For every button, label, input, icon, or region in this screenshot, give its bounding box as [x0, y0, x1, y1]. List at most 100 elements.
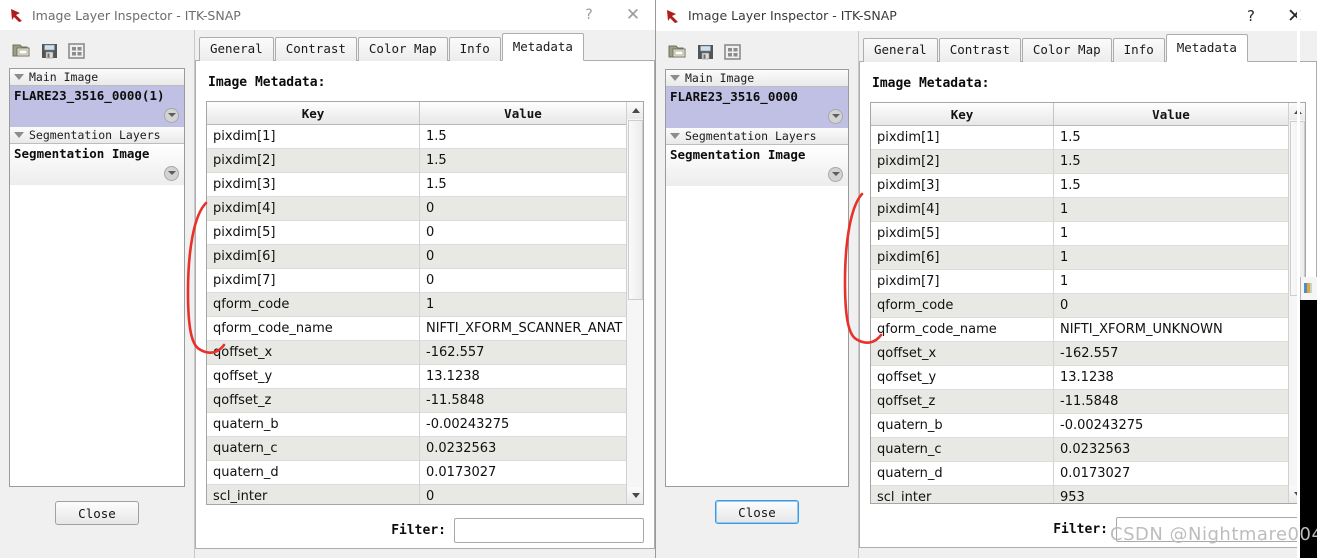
metadata-value-cell[interactable]: 0.0173027: [420, 461, 626, 485]
metadata-value-cell[interactable]: -0.00243275: [420, 413, 626, 437]
metadata-key-cell[interactable]: qoffset_y: [207, 365, 420, 389]
table-row[interactable]: pixdim[2] 1.5: [207, 149, 626, 173]
metadata-key-cell[interactable]: quatern_b: [871, 414, 1054, 438]
table-row[interactable]: qoffset_z -11.5848: [871, 390, 1288, 414]
table-row[interactable]: pixdim[1] 1.5: [871, 126, 1288, 150]
layer-options-chevron-icon[interactable]: [164, 108, 179, 123]
table-row[interactable]: pixdim[6] 1: [871, 246, 1288, 270]
tab-metadata[interactable]: Metadata: [501, 33, 584, 61]
layer-options-chevron-icon[interactable]: [164, 166, 179, 181]
table-row[interactable]: pixdim[1] 1.5: [207, 125, 626, 149]
table-row[interactable]: qoffset_y 13.1238: [871, 366, 1288, 390]
table-row[interactable]: pixdim[3] 1.5: [871, 174, 1288, 198]
tab-color-map[interactable]: Color Map: [1021, 38, 1112, 62]
tab-color-map[interactable]: Color Map: [357, 37, 448, 61]
metadata-key-cell[interactable]: qoffset_x: [207, 341, 420, 365]
metadata-key-cell[interactable]: pixdim[1]: [871, 126, 1054, 150]
layer-group-segmentation-layers[interactable]: Segmentation Layers: [666, 128, 848, 145]
metadata-key-cell[interactable]: scl_inter: [207, 485, 420, 504]
layer-table-icon[interactable]: [66, 40, 88, 60]
metadata-value-cell[interactable]: 1.5: [1054, 126, 1288, 150]
metadata-value-cell[interactable]: 0: [420, 245, 626, 269]
scrollbar-thumb[interactable]: [628, 120, 643, 300]
table-row[interactable]: qform_code 0: [871, 294, 1288, 318]
metadata-value-cell[interactable]: -11.5848: [420, 389, 626, 413]
filter-input[interactable]: [1116, 517, 1306, 542]
close-window-button[interactable]: ✕: [1273, 1, 1317, 31]
scroll-up-arrow-icon[interactable]: [627, 102, 643, 119]
metadata-value-cell[interactable]: 13.1238: [1054, 366, 1288, 390]
metadata-key-cell[interactable]: qform_code_name: [207, 317, 420, 341]
layer-item-main[interactable]: FLARE23_3516_0000(1): [10, 86, 184, 127]
layer-list-left[interactable]: Main Image FLARE23_3516_0000(1) Segmenta…: [9, 68, 185, 487]
metadata-value-cell[interactable]: 1.5: [420, 173, 626, 197]
metadata-value-cell[interactable]: NIFTI_XFORM_UNKNOWN: [1054, 318, 1288, 342]
layer-list-right[interactable]: Main Image FLARE23_3516_0000 Segmentatio…: [665, 69, 849, 487]
metadata-value-cell[interactable]: -0.00243275: [1054, 414, 1288, 438]
open-image-icon[interactable]: [668, 41, 690, 61]
metadata-value-cell[interactable]: 1.5: [420, 149, 626, 173]
column-header-key[interactable]: Key: [871, 103, 1054, 125]
close-window-button[interactable]: ✕: [611, 0, 655, 30]
metadata-value-cell[interactable]: -162.557: [1054, 342, 1288, 366]
column-header-key[interactable]: Key: [207, 102, 420, 124]
tab-info[interactable]: Info: [448, 37, 501, 61]
metadata-key-cell[interactable]: pixdim[3]: [207, 173, 420, 197]
metadata-value-cell[interactable]: 1.5: [420, 125, 626, 149]
metadata-value-cell[interactable]: 0.0173027: [1054, 462, 1288, 486]
metadata-key-cell[interactable]: qoffset_z: [871, 390, 1054, 414]
layer-group-main-image[interactable]: Main Image: [10, 69, 184, 86]
table-row[interactable]: qoffset_x -162.557: [871, 342, 1288, 366]
layer-options-chevron-icon[interactable]: [828, 109, 843, 124]
metadata-key-cell[interactable]: pixdim[3]: [871, 174, 1054, 198]
table-row[interactable]: pixdim[5] 0: [207, 221, 626, 245]
metadata-key-cell[interactable]: qoffset_y: [871, 366, 1054, 390]
layer-group-segmentation-layers[interactable]: Segmentation Layers: [10, 127, 184, 144]
metadata-key-cell[interactable]: pixdim[2]: [871, 150, 1054, 174]
close-dialog-button[interactable]: Close: [55, 501, 139, 525]
metadata-key-cell[interactable]: pixdim[4]: [207, 197, 420, 221]
metadata-key-cell[interactable]: qform_code: [871, 294, 1054, 318]
table-row[interactable]: quatern_b -0.00243275: [871, 414, 1288, 438]
metadata-value-cell[interactable]: 0: [1054, 294, 1288, 318]
metadata-value-cell[interactable]: 1.5: [1054, 150, 1288, 174]
tab-metadata[interactable]: Metadata: [1165, 34, 1248, 62]
table-row[interactable]: pixdim[7] 1: [871, 270, 1288, 294]
metadata-value-cell[interactable]: 1: [1054, 270, 1288, 294]
metadata-value-cell[interactable]: 0.0232563: [1054, 438, 1288, 462]
table-row[interactable]: pixdim[4] 1: [871, 198, 1288, 222]
table-row[interactable]: qoffset_z -11.5848: [207, 389, 626, 413]
metadata-key-cell[interactable]: pixdim[6]: [871, 246, 1054, 270]
table-row[interactable]: scl_inter 953: [871, 486, 1288, 503]
metadata-key-cell[interactable]: pixdim[6]: [207, 245, 420, 269]
layer-options-chevron-icon[interactable]: [828, 167, 843, 182]
metadata-key-cell[interactable]: pixdim[2]: [207, 149, 420, 173]
table-row[interactable]: qform_code_name NIFTI_XFORM_SCANNER_ANAT: [207, 317, 626, 341]
tab-contrast[interactable]: Contrast: [938, 38, 1021, 62]
metadata-key-cell[interactable]: qoffset_z: [207, 389, 420, 413]
save-image-icon[interactable]: [39, 40, 61, 60]
metadata-key-cell[interactable]: qform_code_name: [871, 318, 1054, 342]
help-button[interactable]: ?: [1229, 1, 1273, 31]
table-row[interactable]: quatern_c 0.0232563: [871, 438, 1288, 462]
metadata-key-cell[interactable]: pixdim[5]: [207, 221, 420, 245]
column-header-value[interactable]: Value: [1054, 103, 1288, 125]
help-button[interactable]: ?: [567, 0, 611, 30]
metadata-value-cell[interactable]: 0: [420, 485, 626, 504]
open-image-icon[interactable]: [12, 40, 34, 60]
layer-group-main-image[interactable]: Main Image: [666, 70, 848, 87]
metadata-key-cell[interactable]: pixdim[4]: [871, 198, 1054, 222]
filter-input[interactable]: [454, 518, 644, 543]
table-row[interactable]: pixdim[7] 0: [207, 269, 626, 293]
metadata-value-cell[interactable]: 13.1238: [420, 365, 626, 389]
metadata-value-cell[interactable]: 0: [420, 221, 626, 245]
column-header-value[interactable]: Value: [420, 102, 626, 124]
table-row[interactable]: quatern_d 0.0173027: [207, 461, 626, 485]
metadata-key-cell[interactable]: qform_code: [207, 293, 420, 317]
table-row[interactable]: quatern_b -0.00243275: [207, 413, 626, 437]
metadata-value-cell[interactable]: 0: [420, 269, 626, 293]
metadata-value-cell[interactable]: 1: [420, 293, 626, 317]
metadata-key-cell[interactable]: qoffset_x: [871, 342, 1054, 366]
table-row[interactable]: quatern_d 0.0173027: [871, 462, 1288, 486]
table-row[interactable]: pixdim[3] 1.5: [207, 173, 626, 197]
